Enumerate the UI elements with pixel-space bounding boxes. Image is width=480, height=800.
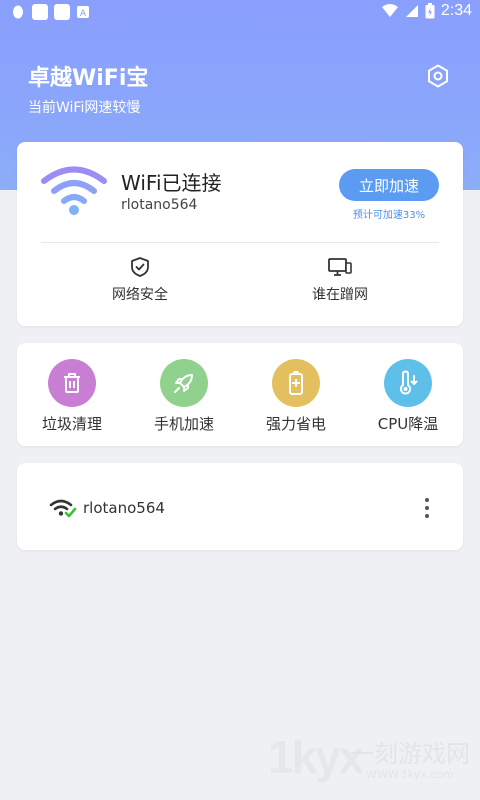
- network-security-label: 网络安全: [112, 287, 168, 303]
- junk-clean-label: 垃圾清理: [41, 415, 102, 433]
- network-ssid: rlotano564: [83, 499, 165, 517]
- power-save-label: 强力省电: [265, 415, 326, 433]
- android-icon: A: [77, 6, 89, 19]
- connection-card: WiFi已连接 rlotano564 立即加速 预计可加速33% 网络安全 谁在…: [17, 142, 463, 326]
- tools-card: 垃圾清理 手机加速 强力省电 CPU降温: [17, 343, 463, 446]
- devices-icon: [328, 258, 352, 276]
- speed-up-button[interactable]: 立即加速: [339, 169, 439, 201]
- cpu-cool-button[interactable]: CPU降温: [353, 359, 463, 434]
- connection-status: WiFi已连接: [121, 171, 222, 195]
- junk-clean-button[interactable]: 垃圾清理: [17, 359, 127, 434]
- speed-estimate: 预计可加速33%: [352, 210, 426, 221]
- rocket-icon: [174, 374, 193, 393]
- clock: 2:34: [440, 2, 472, 19]
- watermark-url: WWW.1kyx.com: [366, 768, 454, 781]
- network-list-card: rlotano564: [17, 463, 463, 550]
- cpu-cool-circle: [384, 359, 432, 407]
- who-uses-network-button[interactable]: 谁在蹭网: [260, 256, 420, 304]
- more-options-icon[interactable]: [417, 495, 437, 521]
- app-notification-icon: [32, 4, 48, 20]
- watermark: 1kyx 一刻游戏网 WWW.1kyx.com: [268, 730, 478, 790]
- thermometer-icon: [399, 370, 418, 395]
- cell-signal-icon: [405, 5, 418, 17]
- phone-boost-circle: [160, 359, 208, 407]
- app-notification-icon: [54, 4, 70, 20]
- trash-icon: [64, 373, 80, 393]
- divider: [41, 242, 439, 243]
- battery-status-icon: [425, 3, 435, 19]
- settings-icon[interactable]: [426, 64, 450, 88]
- phone-boost-label: 手机加速: [153, 415, 214, 433]
- wifi-signal-icon: [381, 4, 398, 17]
- power-save-circle: [272, 359, 320, 407]
- who-uses-network-label: 谁在蹭网: [312, 287, 368, 303]
- watermark-logo: 1kyx: [268, 731, 364, 783]
- shield-check-icon: [131, 257, 149, 277]
- svg-text:A: A: [80, 9, 87, 19]
- power-save-button[interactable]: 强力省电: [241, 359, 351, 434]
- connected-ssid: rlotano564: [121, 197, 198, 213]
- network-security-button[interactable]: 网络安全: [60, 256, 220, 304]
- phone-boost-button[interactable]: 手机加速: [129, 359, 239, 434]
- junk-clean-circle: [48, 359, 96, 407]
- wifi-connected-icon: [49, 499, 77, 518]
- network-speed-status: 当前WiFi网速较慢: [28, 100, 141, 116]
- watermark-text: 一刻游戏网: [350, 740, 470, 768]
- battery-icon: [289, 371, 303, 395]
- qq-icon: [13, 5, 23, 19]
- wifi-icon: [41, 166, 107, 215]
- app-title: 卓越WiFi宝: [28, 66, 149, 91]
- status-bar: A 2:34: [0, 0, 480, 24]
- notification-icons: A: [10, 4, 90, 20]
- cpu-cool-label: CPU降温: [377, 415, 439, 433]
